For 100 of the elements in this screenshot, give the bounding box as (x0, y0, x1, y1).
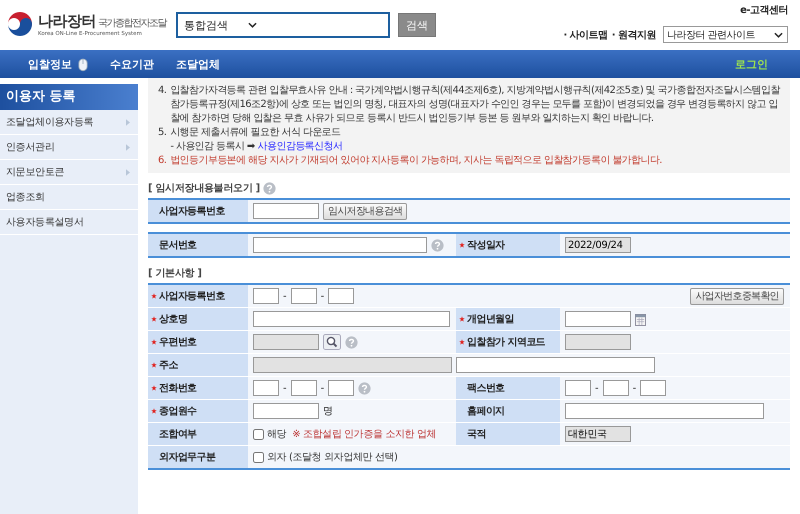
notice-subtext: - 사용인감 등록시 ➡ (170, 141, 255, 152)
text-input[interactable] (253, 237, 427, 253)
field-label: 사업자등록번호 (159, 290, 225, 303)
field-label: 전화번호 (159, 382, 197, 395)
field-text: - (320, 382, 324, 394)
notice-text: 입찰참가자격등록 관련 입찰무효사유 안내 : 국가계약법시행규칙(제44조제6호), 지방계약법시행규칙(제42조5호) 및 국가종합전자조달시스템입찰참가등록규정(제16조2항)에 상호 또는 법인의 명칭, 대표자의 성명(대표자가 수인인 경우는 모두를 포함)이 변경되었을 경우 변경등록하지 않고 입찰에 참가하면 당해 입찰은 무효 사유가 되므로 등록시 반드시 법인등기부 등본 등 원부와 일치하는지 확인 바랍니다. (170, 85, 780, 124)
checkbox[interactable] (253, 452, 264, 462)
field-label: 작성일자 (467, 239, 505, 252)
notice-text: 시행문 제출서류에 필요한 서식 다운로드 (170, 127, 340, 138)
field-label: 조합여부 (158, 428, 197, 441)
field-text: - (595, 382, 599, 394)
text-input[interactable] (565, 403, 764, 419)
related-sites-select[interactable]: 나라장터 관련사이트 (663, 26, 788, 43)
field-label: 외자업무구분 (158, 451, 216, 464)
field-label: 입찰참가 지역코드 (467, 336, 546, 349)
section-title: [ 기본사항 ] (148, 267, 202, 280)
required-icon (151, 339, 157, 345)
help-icon[interactable] (262, 182, 276, 194)
text-input[interactable] (253, 334, 319, 350)
nav-item[interactable]: 조달업체 (176, 56, 220, 72)
text-input[interactable] (253, 288, 279, 304)
required-icon (459, 316, 465, 322)
lookup-button[interactable]: 임시저장내용검색 (323, 202, 408, 220)
text-input[interactable] (328, 288, 354, 304)
caret-icon (248, 22, 257, 28)
field-label: 상호명 (159, 313, 188, 326)
field-label: 우편번호 (159, 336, 197, 349)
site-link[interactable]: · 원격지원 (612, 28, 656, 42)
calendar-icon[interactable] (635, 312, 646, 326)
nav-item[interactable]: 수요기관 (110, 56, 154, 72)
required-icon (151, 316, 157, 322)
required-icon (151, 362, 157, 368)
login-link[interactable]: 로그인 (735, 56, 768, 72)
sidebar-item[interactable]: 조달업체이용자등록 (0, 110, 138, 135)
notice-text: 법인등기부등본에 해당 지사가 기재되어 있어야 지사등록이 가능하며, 지사는 독립적으로 입찰참가등록이 불가합니다. (170, 155, 662, 166)
note-text: ※ 조합설립 인가증을 소지한 업체 (292, 428, 436, 441)
logo-icon (5, 9, 35, 39)
text-input[interactable] (565, 311, 631, 327)
field-label: 사업자등록번호 (158, 205, 225, 218)
arrow-icon (126, 118, 130, 126)
text-input[interactable] (253, 380, 279, 396)
caret-icon (774, 32, 783, 38)
text-input[interactable] (602, 380, 629, 396)
sidebar-item[interactable]: 인증서관리 (0, 135, 138, 160)
text-input[interactable] (253, 311, 450, 327)
help-icon[interactable] (345, 336, 358, 348)
notice-number: 5. (158, 126, 166, 140)
field-label: 주소 (159, 359, 178, 372)
sidebar-item[interactable]: 사용자등록설명서 (0, 210, 138, 235)
text-input[interactable] (565, 334, 631, 350)
field-label: 홈페이지 (466, 405, 505, 418)
checkbox-label: 외자 (조달청 외자업체만 선택) (267, 451, 398, 464)
text-input[interactable] (565, 380, 591, 396)
field-text: 명 (323, 405, 333, 418)
field-text: - (283, 382, 287, 394)
field-label: 팩스번호 (466, 382, 505, 395)
field-text: - (283, 290, 287, 302)
sidebar-title: 이용자 등록 (0, 84, 138, 110)
text-input[interactable] (253, 203, 319, 219)
notice-number: 6. (158, 154, 166, 168)
required-icon (459, 339, 465, 345)
field-label: 문서번호 (158, 239, 197, 252)
text-input[interactable] (456, 357, 655, 373)
search-field[interactable]: 통합검색 (176, 12, 390, 38)
text-input[interactable] (253, 403, 319, 419)
section-title: [ 임시저장내용불러오기 ] (148, 182, 260, 195)
help-icon[interactable] (358, 382, 372, 394)
required-icon (151, 385, 157, 391)
field-text: - (320, 290, 324, 302)
text-input[interactable]: 대한민국 (565, 426, 631, 442)
logo-subtitle: 국가종합전자조달 (98, 16, 166, 30)
text-input[interactable] (640, 380, 666, 396)
required-icon (151, 293, 157, 299)
sidebar-item[interactable]: 지문보안토큰 (0, 160, 138, 185)
text-input[interactable] (328, 380, 354, 396)
checkbox[interactable] (253, 428, 264, 440)
field-label: 국적 (466, 428, 486, 441)
mouse-icon (78, 56, 88, 72)
arrow-icon (126, 168, 130, 176)
field-label: 종업원수 (159, 405, 197, 418)
text-input[interactable] (290, 380, 317, 396)
notice-number: 4. (158, 84, 166, 98)
help-icon[interactable] (431, 238, 444, 252)
site-link[interactable]: · 사이트맵 (563, 28, 608, 42)
text-input[interactable] (253, 357, 452, 373)
required-icon (459, 242, 465, 248)
nav-item[interactable]: 입찰정보 (28, 56, 88, 72)
sidebar-item[interactable]: 업종조회 (0, 185, 138, 210)
form-download-link[interactable]: 사용인감등록신청서 (258, 141, 342, 152)
logo-title: 나라장터 (38, 12, 96, 30)
search-icon[interactable] (323, 334, 341, 350)
text-input[interactable] (290, 288, 317, 304)
field-label: 개업년월일 (467, 313, 514, 326)
text-input[interactable]: 2022/09/24 (565, 237, 631, 253)
checkbox-label: 해당 (267, 428, 286, 441)
duplicate-check-button[interactable]: 사업자번호중복확인 (690, 288, 784, 304)
arrow-icon (126, 144, 130, 150)
required-icon (151, 408, 157, 414)
customer-center-link[interactable]: e-고객센터 (740, 3, 788, 17)
field-text: - (632, 382, 636, 394)
